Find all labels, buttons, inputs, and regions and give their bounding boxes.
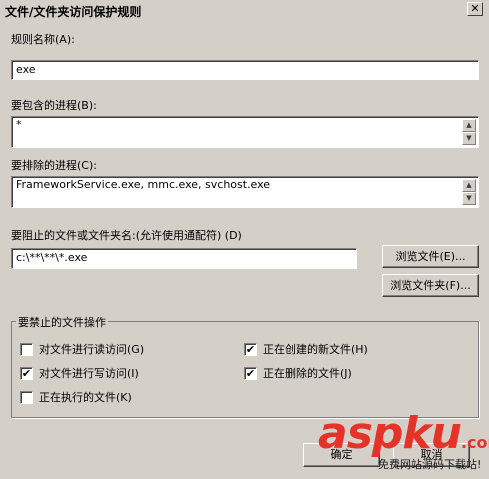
- browse-folder-button[interactable]: 浏览文件夹(F)...: [382, 274, 479, 297]
- execute-checkbox[interactable]: 正在执行的文件(K): [20, 389, 132, 405]
- check-icon[interactable]: ✔: [244, 342, 257, 356]
- write-access-checkbox[interactable]: ✔ 对文件进行写访问(I): [20, 365, 139, 381]
- include-processes-value: *: [16, 118, 22, 131]
- browse-file-button[interactable]: 浏览文件(E)...: [382, 245, 479, 268]
- aspku-watermark: aspku.com 免费网站源码下载站!: [318, 412, 489, 472]
- checkbox-execute[interactable]: [20, 390, 33, 404]
- delete-label: 正在删除的文件(J): [263, 367, 352, 380]
- rule-name-label: 规则名称(A):: [11, 33, 75, 46]
- scroll-down-icon[interactable]: ▼: [462, 192, 476, 205]
- watermark-brand: aspku: [318, 408, 462, 459]
- scroll-up-icon[interactable]: ▲: [462, 119, 476, 132]
- scroll-down-icon[interactable]: ▼: [462, 132, 476, 145]
- read-access-checkbox[interactable]: 对文件进行读访问(G): [20, 341, 144, 357]
- read-access-label: 对文件进行读访问(G): [39, 343, 145, 356]
- block-path-input[interactable]: c:\**\**\*.exe: [11, 248, 357, 269]
- exclude-processes-value: FrameworkService.exe, mmc.exe, svchost.e…: [16, 178, 271, 191]
- exclude-processes-textarea[interactable]: FrameworkService.exe, mmc.exe, svchost.e…: [11, 176, 479, 208]
- delete-checkbox[interactable]: ✔ 正在删除的文件(J): [244, 365, 352, 381]
- close-icon: ✕: [470, 2, 480, 15]
- watermark-tagline: 免费网站源码下载站!: [378, 458, 482, 471]
- exclude-processes-label: 要排除的进程(C):: [11, 159, 97, 172]
- check-icon[interactable]: ✔: [20, 366, 33, 380]
- exclude-scrollbar[interactable]: ▲ ▼: [462, 179, 476, 205]
- title-bar: 文件/文件夹访问保护规则 ✕: [0, 0, 489, 21]
- operations-group-title: 要禁止的文件操作: [16, 314, 108, 330]
- checkbox-read[interactable]: [20, 342, 33, 356]
- include-processes-label: 要包含的进程(B):: [11, 99, 97, 112]
- block-path-label: 要阻止的文件或文件夹名:(允许使用通配符) (D): [11, 229, 242, 242]
- check-icon[interactable]: ✔: [244, 366, 257, 380]
- rule-name-value: exe: [16, 63, 36, 76]
- close-button[interactable]: ✕: [467, 2, 483, 16]
- watermark-dotcom: .com: [460, 433, 489, 452]
- write-access-label: 对文件进行写访问(I): [39, 367, 139, 380]
- window-title: 文件/文件夹访问保护规则: [5, 5, 142, 19]
- create-checkbox[interactable]: ✔ 正在创建的新文件(H): [244, 341, 368, 357]
- include-scrollbar[interactable]: ▲ ▼: [462, 119, 476, 145]
- create-label: 正在创建的新文件(H): [263, 343, 368, 356]
- execute-label: 正在执行的文件(K): [39, 391, 132, 404]
- rule-name-input[interactable]: exe: [11, 60, 479, 80]
- include-processes-textarea[interactable]: * ▲ ▼: [11, 116, 479, 148]
- block-path-value: c:\**\**\*.exe: [16, 251, 88, 264]
- scroll-up-icon[interactable]: ▲: [462, 179, 476, 192]
